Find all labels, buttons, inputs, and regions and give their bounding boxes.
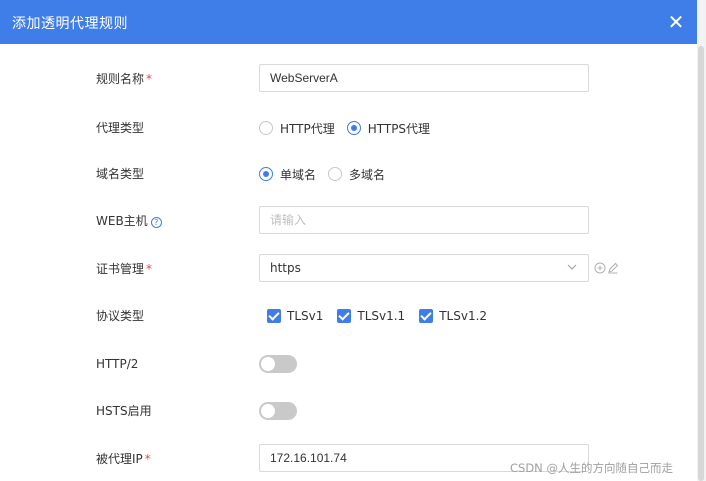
scrollbar[interactable] bbox=[697, 0, 706, 481]
web-host-row: WEB主机? bbox=[0, 206, 697, 236]
radio-http-proxy[interactable]: HTTP代理 bbox=[259, 120, 335, 137]
radio-https-proxy[interactable]: HTTPS代理 bbox=[346, 120, 431, 137]
checkbox-tlsv1-2-label: TLSv1.2 bbox=[439, 309, 488, 323]
protocol-checkbox-group: TLSv1 TLSv1.1 TLSv1.2 bbox=[267, 301, 501, 331]
domain-type-radio-group: 单域名 多域名 bbox=[259, 159, 397, 189]
add-transparent-proxy-rule-dialog: 添加透明代理规则 ✕ 规则名称* 代理类型 HTTP代理 HTTPS代理 域名类… bbox=[0, 0, 706, 481]
proxied-ip-label: 被代理IP * bbox=[96, 452, 151, 466]
checkbox-tlsv1-label: TLSv1 bbox=[287, 309, 324, 323]
close-icon: ✕ bbox=[667, 10, 685, 34]
radio-unchecked-icon bbox=[259, 121, 273, 135]
radio-multi-domain[interactable]: 多域名 bbox=[328, 166, 385, 183]
radio-single-domain-label: 单域名 bbox=[280, 167, 317, 182]
proxy-type-radio-group: HTTP代理 HTTPS代理 bbox=[259, 113, 442, 143]
rule-name-label: 规则名称 * bbox=[96, 72, 153, 86]
rule-name-row: 规则名称 * bbox=[0, 64, 697, 94]
cert-select-value: https bbox=[270, 261, 301, 275]
required-mark: * bbox=[144, 452, 151, 466]
dialog-header: 添加透明代理规则 ✕ bbox=[0, 0, 697, 44]
protocol-type-label: 协议类型 bbox=[96, 309, 145, 323]
domain-type-label: 域名类型 bbox=[96, 167, 145, 181]
add-circle-icon[interactable] bbox=[594, 262, 606, 274]
checkbox-checked-icon bbox=[267, 309, 281, 323]
watermark: CSDN @人生的方向随自己而走 bbox=[510, 461, 673, 475]
toggle-knob bbox=[261, 357, 275, 371]
hsts-toggle[interactable] bbox=[259, 402, 297, 420]
radio-unchecked-icon bbox=[328, 167, 343, 181]
dialog-title: 添加透明代理规则 bbox=[12, 16, 128, 32]
domain-type-row: 域名类型 单域名 多域名 bbox=[0, 159, 697, 189]
http2-row: HTTP/2 bbox=[0, 349, 697, 379]
radio-multi-domain-label: 多域名 bbox=[349, 167, 386, 182]
hsts-row: HSTS启用 bbox=[0, 396, 697, 426]
radio-https-proxy-label: HTTPS代理 bbox=[367, 121, 431, 136]
proxy-type-label: 代理类型 bbox=[96, 121, 145, 135]
cert-manage-label: 证书管理 * bbox=[96, 262, 153, 276]
help-icon[interactable]: ? bbox=[150, 217, 162, 228]
http2-toggle[interactable] bbox=[259, 355, 297, 373]
checkbox-tlsv1-2[interactable]: TLSv1.2 bbox=[419, 309, 487, 323]
checkbox-checked-icon bbox=[337, 309, 352, 323]
edit-icon[interactable] bbox=[607, 262, 619, 274]
checkbox-tlsv1-1-label: TLSv1.1 bbox=[357, 309, 406, 323]
radio-checked-icon bbox=[346, 121, 361, 135]
chevron-down-icon bbox=[567, 264, 577, 270]
checkbox-checked-icon bbox=[419, 309, 434, 323]
required-mark: * bbox=[146, 262, 153, 276]
radio-checked-icon bbox=[259, 167, 273, 181]
hsts-label: HSTS启用 bbox=[96, 404, 152, 418]
radio-http-proxy-label: HTTP代理 bbox=[280, 121, 335, 136]
radio-single-domain[interactable]: 单域名 bbox=[259, 166, 316, 183]
proxy-type-row: 代理类型 HTTP代理 HTTPS代理 bbox=[0, 113, 697, 143]
http2-label: HTTP/2 bbox=[96, 357, 139, 371]
cert-select[interactable]: https bbox=[259, 254, 589, 282]
protocol-type-row: 协议类型 TLSv1 TLSv1.1 TLSv1.2 bbox=[0, 301, 697, 331]
required-mark: * bbox=[146, 72, 153, 86]
scrollbar-thumb[interactable] bbox=[698, 46, 704, 481]
cert-manage-row: 证书管理 * https bbox=[0, 254, 697, 284]
toggle-knob bbox=[261, 404, 275, 418]
web-host-input[interactable] bbox=[259, 206, 589, 234]
checkbox-tlsv1[interactable]: TLSv1 bbox=[267, 309, 323, 323]
rule-name-input[interactable] bbox=[259, 64, 589, 92]
web-host-label: WEB主机? bbox=[96, 206, 162, 236]
close-button[interactable]: ✕ bbox=[664, 10, 688, 34]
checkbox-tlsv1-1[interactable]: TLSv1.1 bbox=[337, 309, 405, 323]
